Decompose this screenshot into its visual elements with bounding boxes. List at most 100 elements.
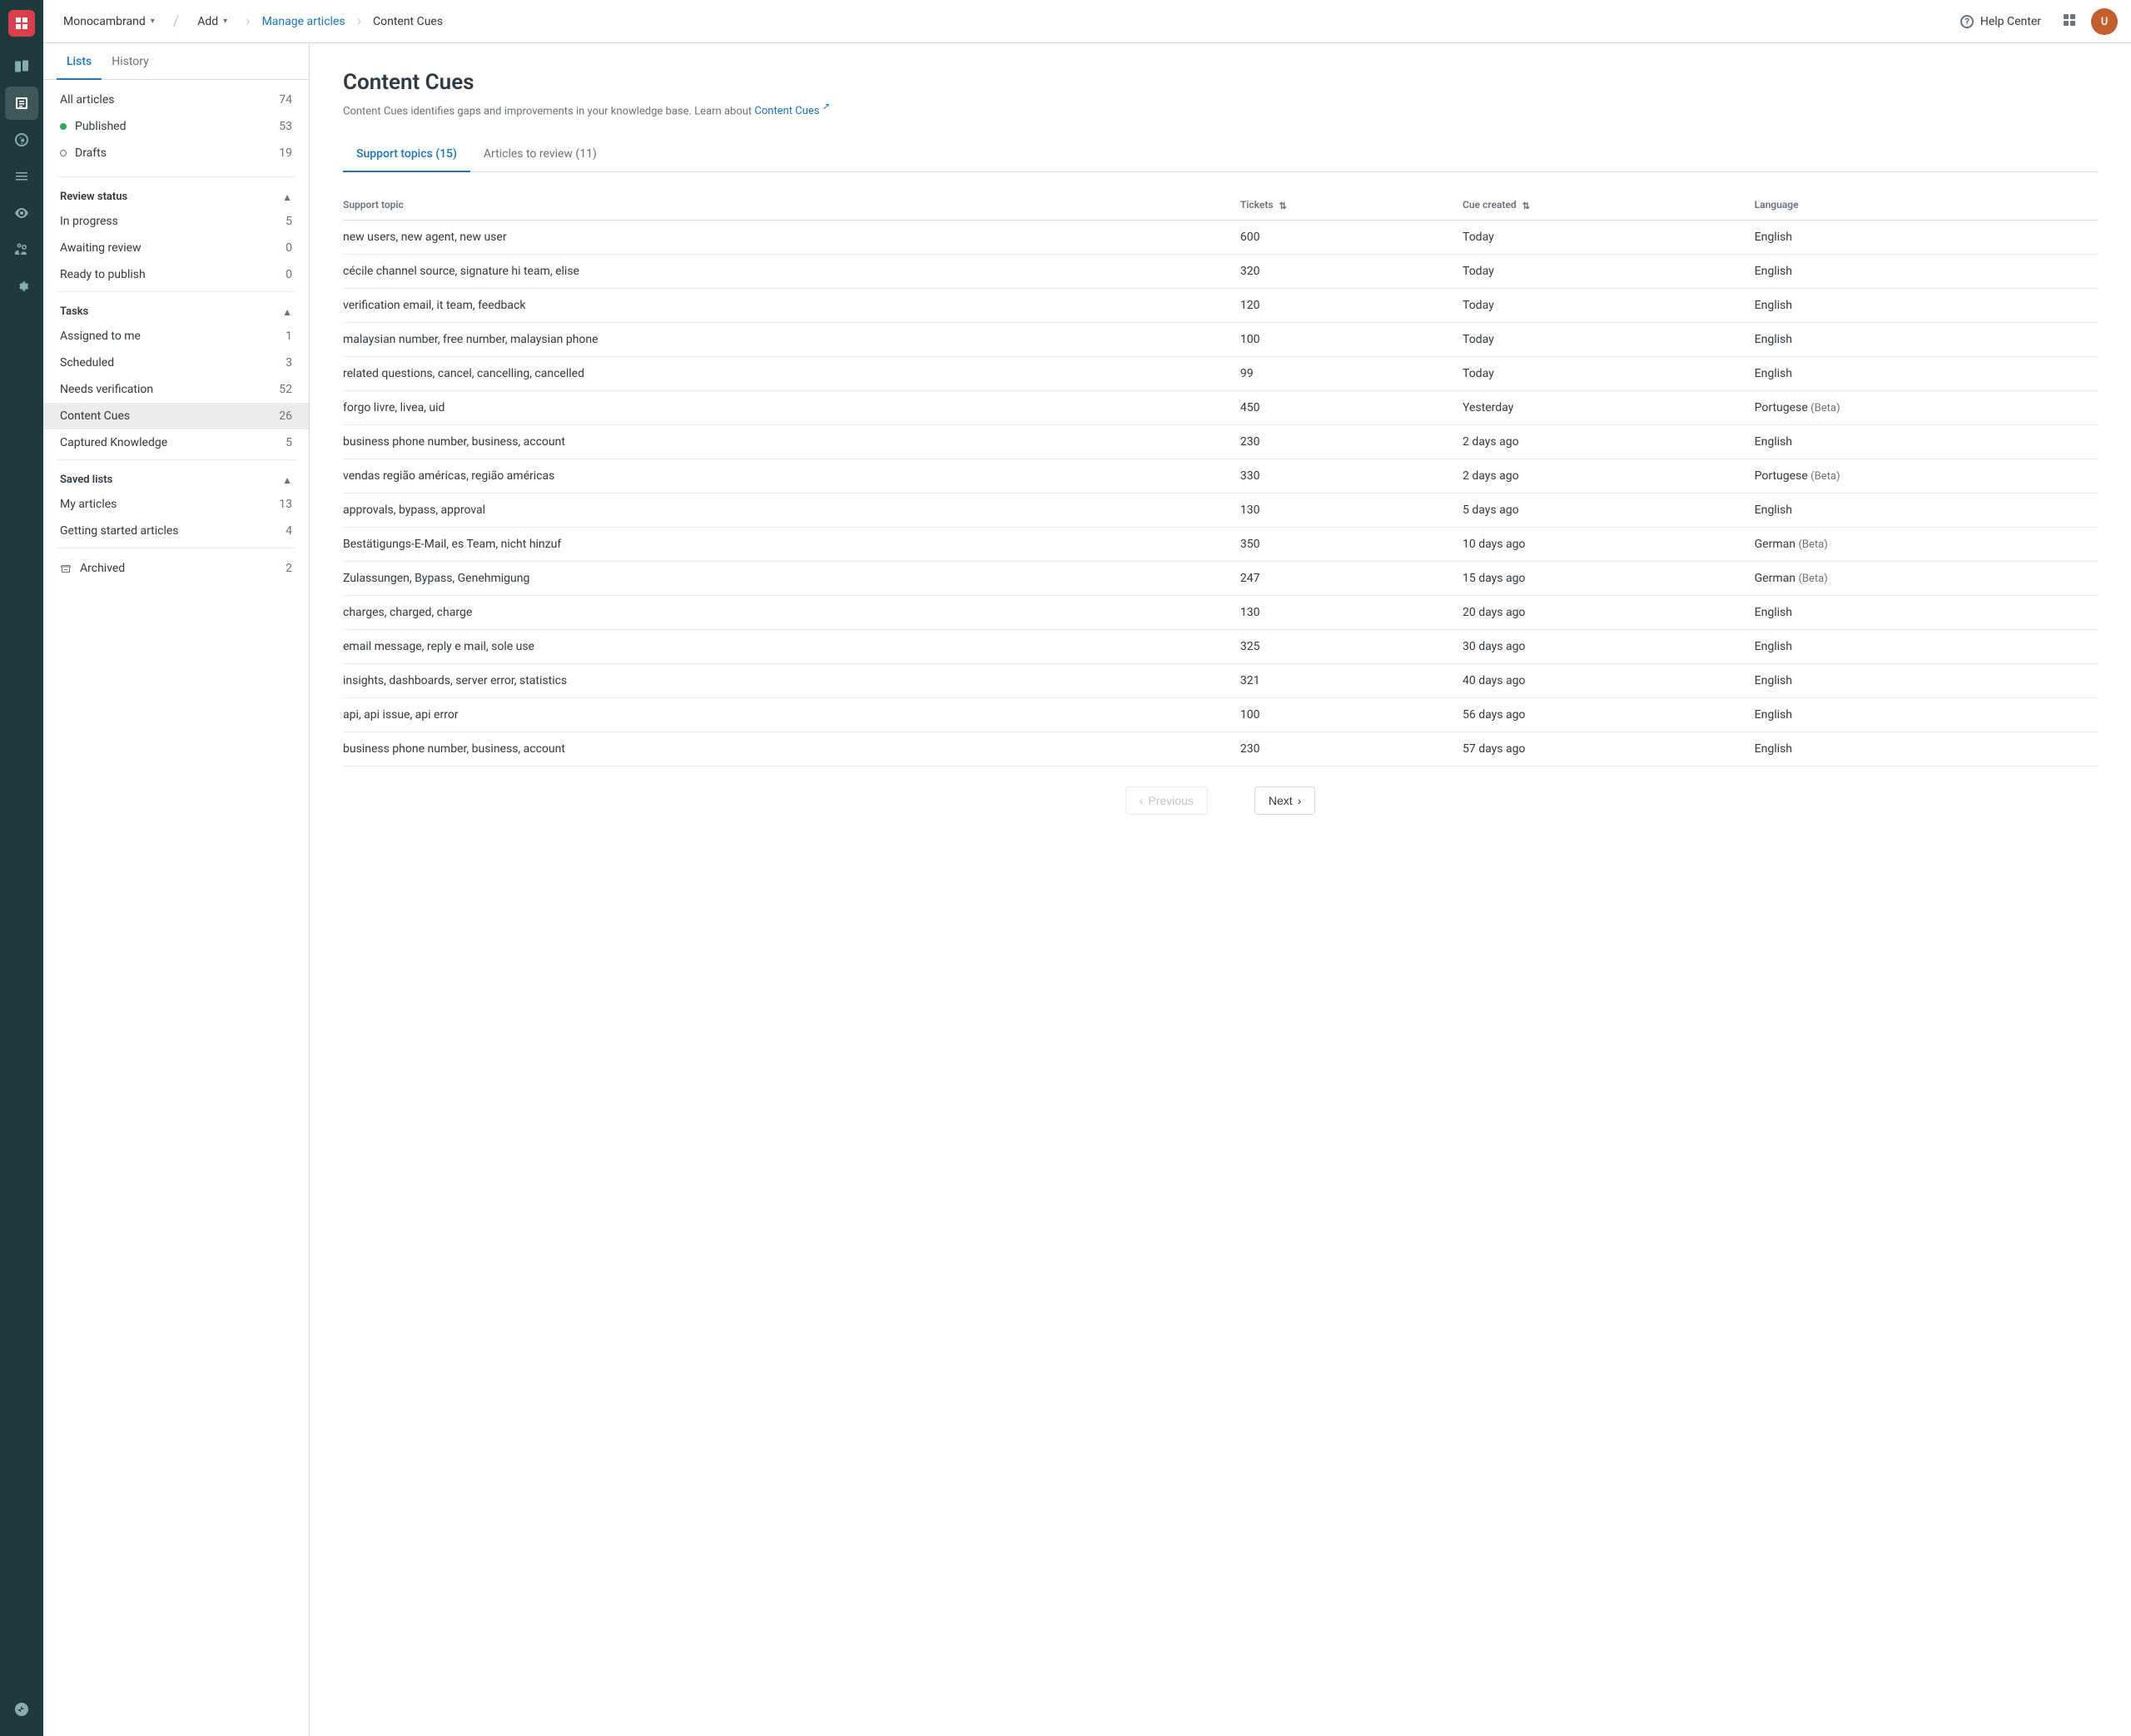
- sidebar-item-drafts[interactable]: Drafts 19: [43, 140, 309, 166]
- table-row[interactable]: business phone number, business, account…: [343, 732, 2098, 766]
- sidebar-item-captured-knowledge[interactable]: Captured Knowledge 5: [43, 429, 309, 456]
- table-row[interactable]: api, api issue, api error10056 days agoE…: [343, 697, 2098, 732]
- pagination: ‹ Previous Next ›: [343, 766, 2098, 821]
- nav-separator: /: [173, 12, 179, 30]
- subtitle-text: Content Cues identifies gaps and improve…: [343, 105, 752, 117]
- captured-knowledge-label: Captured Knowledge: [60, 436, 167, 449]
- archived-icon: [60, 563, 72, 574]
- page-title: Content Cues: [343, 70, 2098, 95]
- subtitle-link[interactable]: Content Cues ↗: [754, 105, 830, 117]
- current-page-label: Content Cues: [373, 15, 443, 28]
- review-status-collapse-icon[interactable]: ▲: [282, 191, 292, 203]
- cell-cue-created: Today: [1453, 322, 1745, 356]
- archived-label: Archived: [80, 562, 125, 575]
- user-avatar[interactable]: U: [2091, 8, 2118, 35]
- brand-chevron-icon: ▾: [151, 17, 155, 26]
- table-row[interactable]: Zulassungen, Bypass, Genehmigung24715 da…: [343, 561, 2098, 595]
- table-row[interactable]: cécile channel source, signature hi team…: [343, 254, 2098, 288]
- nav-icon-settings[interactable]: [5, 270, 38, 303]
- nav-icon-eye[interactable]: [5, 196, 38, 230]
- breadcrumb-sep: ›: [357, 12, 361, 30]
- nav-icon-users[interactable]: [5, 233, 38, 266]
- manage-articles-link[interactable]: Manage articles: [262, 15, 345, 28]
- in-progress-label: In progress: [60, 215, 118, 228]
- table-row[interactable]: verification email, it team, feedback120…: [343, 288, 2098, 322]
- table-row[interactable]: approvals, bypass, approval1305 days ago…: [343, 493, 2098, 527]
- drafts-label: Drafts: [75, 146, 107, 160]
- cell-cue-created: 40 days ago: [1453, 663, 1745, 697]
- sidebar-divider-2: [57, 291, 296, 292]
- cell-language: English: [1745, 254, 2098, 288]
- sidebar-item-content-cues[interactable]: Content Cues 26: [43, 403, 309, 429]
- getting-started-count: 4: [286, 524, 292, 538]
- nav-icon-tickets[interactable]: [5, 123, 38, 156]
- nav-icon-book[interactable]: [5, 50, 38, 83]
- help-icon: [1959, 13, 1975, 30]
- col-header-tickets[interactable]: Tickets ⇅: [1230, 192, 1453, 220]
- sidebar-item-scheduled[interactable]: Scheduled 3: [43, 350, 309, 376]
- archived-label-wrap: Archived: [60, 562, 125, 575]
- cell-cue-created: 2 days ago: [1453, 459, 1745, 493]
- awaiting-review-label: Awaiting review: [60, 241, 142, 255]
- cell-topic: insights, dashboards, server error, stat…: [343, 663, 1230, 697]
- sidebar-divider-3: [57, 459, 296, 460]
- sidebar-item-assigned-to-me[interactable]: Assigned to me 1: [43, 323, 309, 350]
- tasks-items: Assigned to me 1 Scheduled 3 Needs verif…: [43, 323, 309, 456]
- col-header-cue-created[interactable]: Cue created ⇅: [1453, 192, 1745, 220]
- sidebar-item-in-progress[interactable]: In progress 5: [43, 208, 309, 235]
- next-button[interactable]: Next ›: [1254, 786, 1315, 815]
- cell-cue-created: Today: [1453, 220, 1745, 254]
- nav-icon-articles[interactable]: [5, 87, 38, 120]
- sidebar-item-archived[interactable]: Archived 2: [43, 552, 309, 585]
- sidebar-item-getting-started[interactable]: Getting started articles 4: [43, 518, 309, 544]
- table-row[interactable]: new users, new agent, new user600TodayEn…: [343, 220, 2098, 254]
- table-row[interactable]: email message, reply e mail, sole use325…: [343, 629, 2098, 663]
- table-row[interactable]: malaysian number, free number, malaysian…: [343, 322, 2098, 356]
- captured-knowledge-count: 5: [286, 436, 292, 449]
- saved-lists-collapse-icon[interactable]: ▲: [282, 474, 292, 486]
- tasks-collapse-icon[interactable]: ▲: [282, 306, 292, 318]
- help-center-button[interactable]: Help Center: [1952, 10, 2048, 33]
- nav-icon-list[interactable]: [5, 160, 38, 193]
- table-row[interactable]: business phone number, business, account…: [343, 424, 2098, 459]
- cell-language: English: [1745, 629, 2098, 663]
- cell-tickets: 350: [1230, 527, 1453, 561]
- add-button[interactable]: Add ▾: [191, 12, 234, 32]
- tab-history[interactable]: History: [102, 43, 159, 80]
- in-progress-count: 5: [286, 215, 292, 228]
- cell-topic: Zulassungen, Bypass, Genehmigung: [343, 561, 1230, 595]
- sidebar-item-needs-verification[interactable]: Needs verification 52: [43, 376, 309, 403]
- table-row[interactable]: forgo livre, livea, uid450YesterdayPortu…: [343, 390, 2098, 424]
- nav-icon-zendesk[interactable]: [5, 1693, 38, 1726]
- cell-tickets: 247: [1230, 561, 1453, 595]
- sidebar-item-ready-to-publish[interactable]: Ready to publish 0: [43, 261, 309, 288]
- grid-icon[interactable]: [2058, 8, 2081, 35]
- app-logo[interactable]: [8, 10, 35, 37]
- brand-button[interactable]: Monocambrand ▾: [57, 12, 161, 32]
- cell-cue-created: 10 days ago: [1453, 527, 1745, 561]
- support-topics-table: Support topic Tickets ⇅ Cue created ⇅ La…: [343, 192, 2098, 766]
- svg-text:U: U: [2101, 16, 2109, 28]
- review-status-header: Review status ▲: [43, 181, 309, 208]
- previous-button[interactable]: ‹ Previous: [1125, 786, 1208, 815]
- sidebar-item-published[interactable]: Published 53: [43, 113, 309, 140]
- cell-language: German (Beta): [1745, 527, 2098, 561]
- table-row[interactable]: insights, dashboards, server error, stat…: [343, 663, 2098, 697]
- table-row[interactable]: Bestätigungs-E-Mail, es Team, nicht hinz…: [343, 527, 2098, 561]
- table-row[interactable]: charges, charged, charge13020 days agoEn…: [343, 595, 2098, 629]
- tab-articles-review[interactable]: Articles to review (11): [470, 137, 610, 172]
- published-dot-icon: [60, 123, 67, 130]
- cell-topic: Bestätigungs-E-Mail, es Team, nicht hinz…: [343, 527, 1230, 561]
- cell-cue-created: 2 days ago: [1453, 424, 1745, 459]
- brand-name: Monocambrand: [63, 15, 146, 28]
- sidebar-item-awaiting-review[interactable]: Awaiting review 0: [43, 235, 309, 261]
- cell-topic: business phone number, business, account: [343, 732, 1230, 766]
- table-row[interactable]: vendas região américas, região américas3…: [343, 459, 2098, 493]
- tab-support-topics[interactable]: Support topics (15): [343, 137, 470, 172]
- saved-lists-items: My articles 13 Getting started articles …: [43, 491, 309, 544]
- table-row[interactable]: related questions, cancel, cancelling, c…: [343, 356, 2098, 390]
- cue-created-sort-icon: ⇅: [1522, 201, 1530, 211]
- sidebar-item-all-articles[interactable]: All articles 74: [43, 87, 309, 113]
- sidebar-item-my-articles[interactable]: My articles 13: [43, 491, 309, 518]
- tab-lists[interactable]: Lists: [57, 43, 102, 80]
